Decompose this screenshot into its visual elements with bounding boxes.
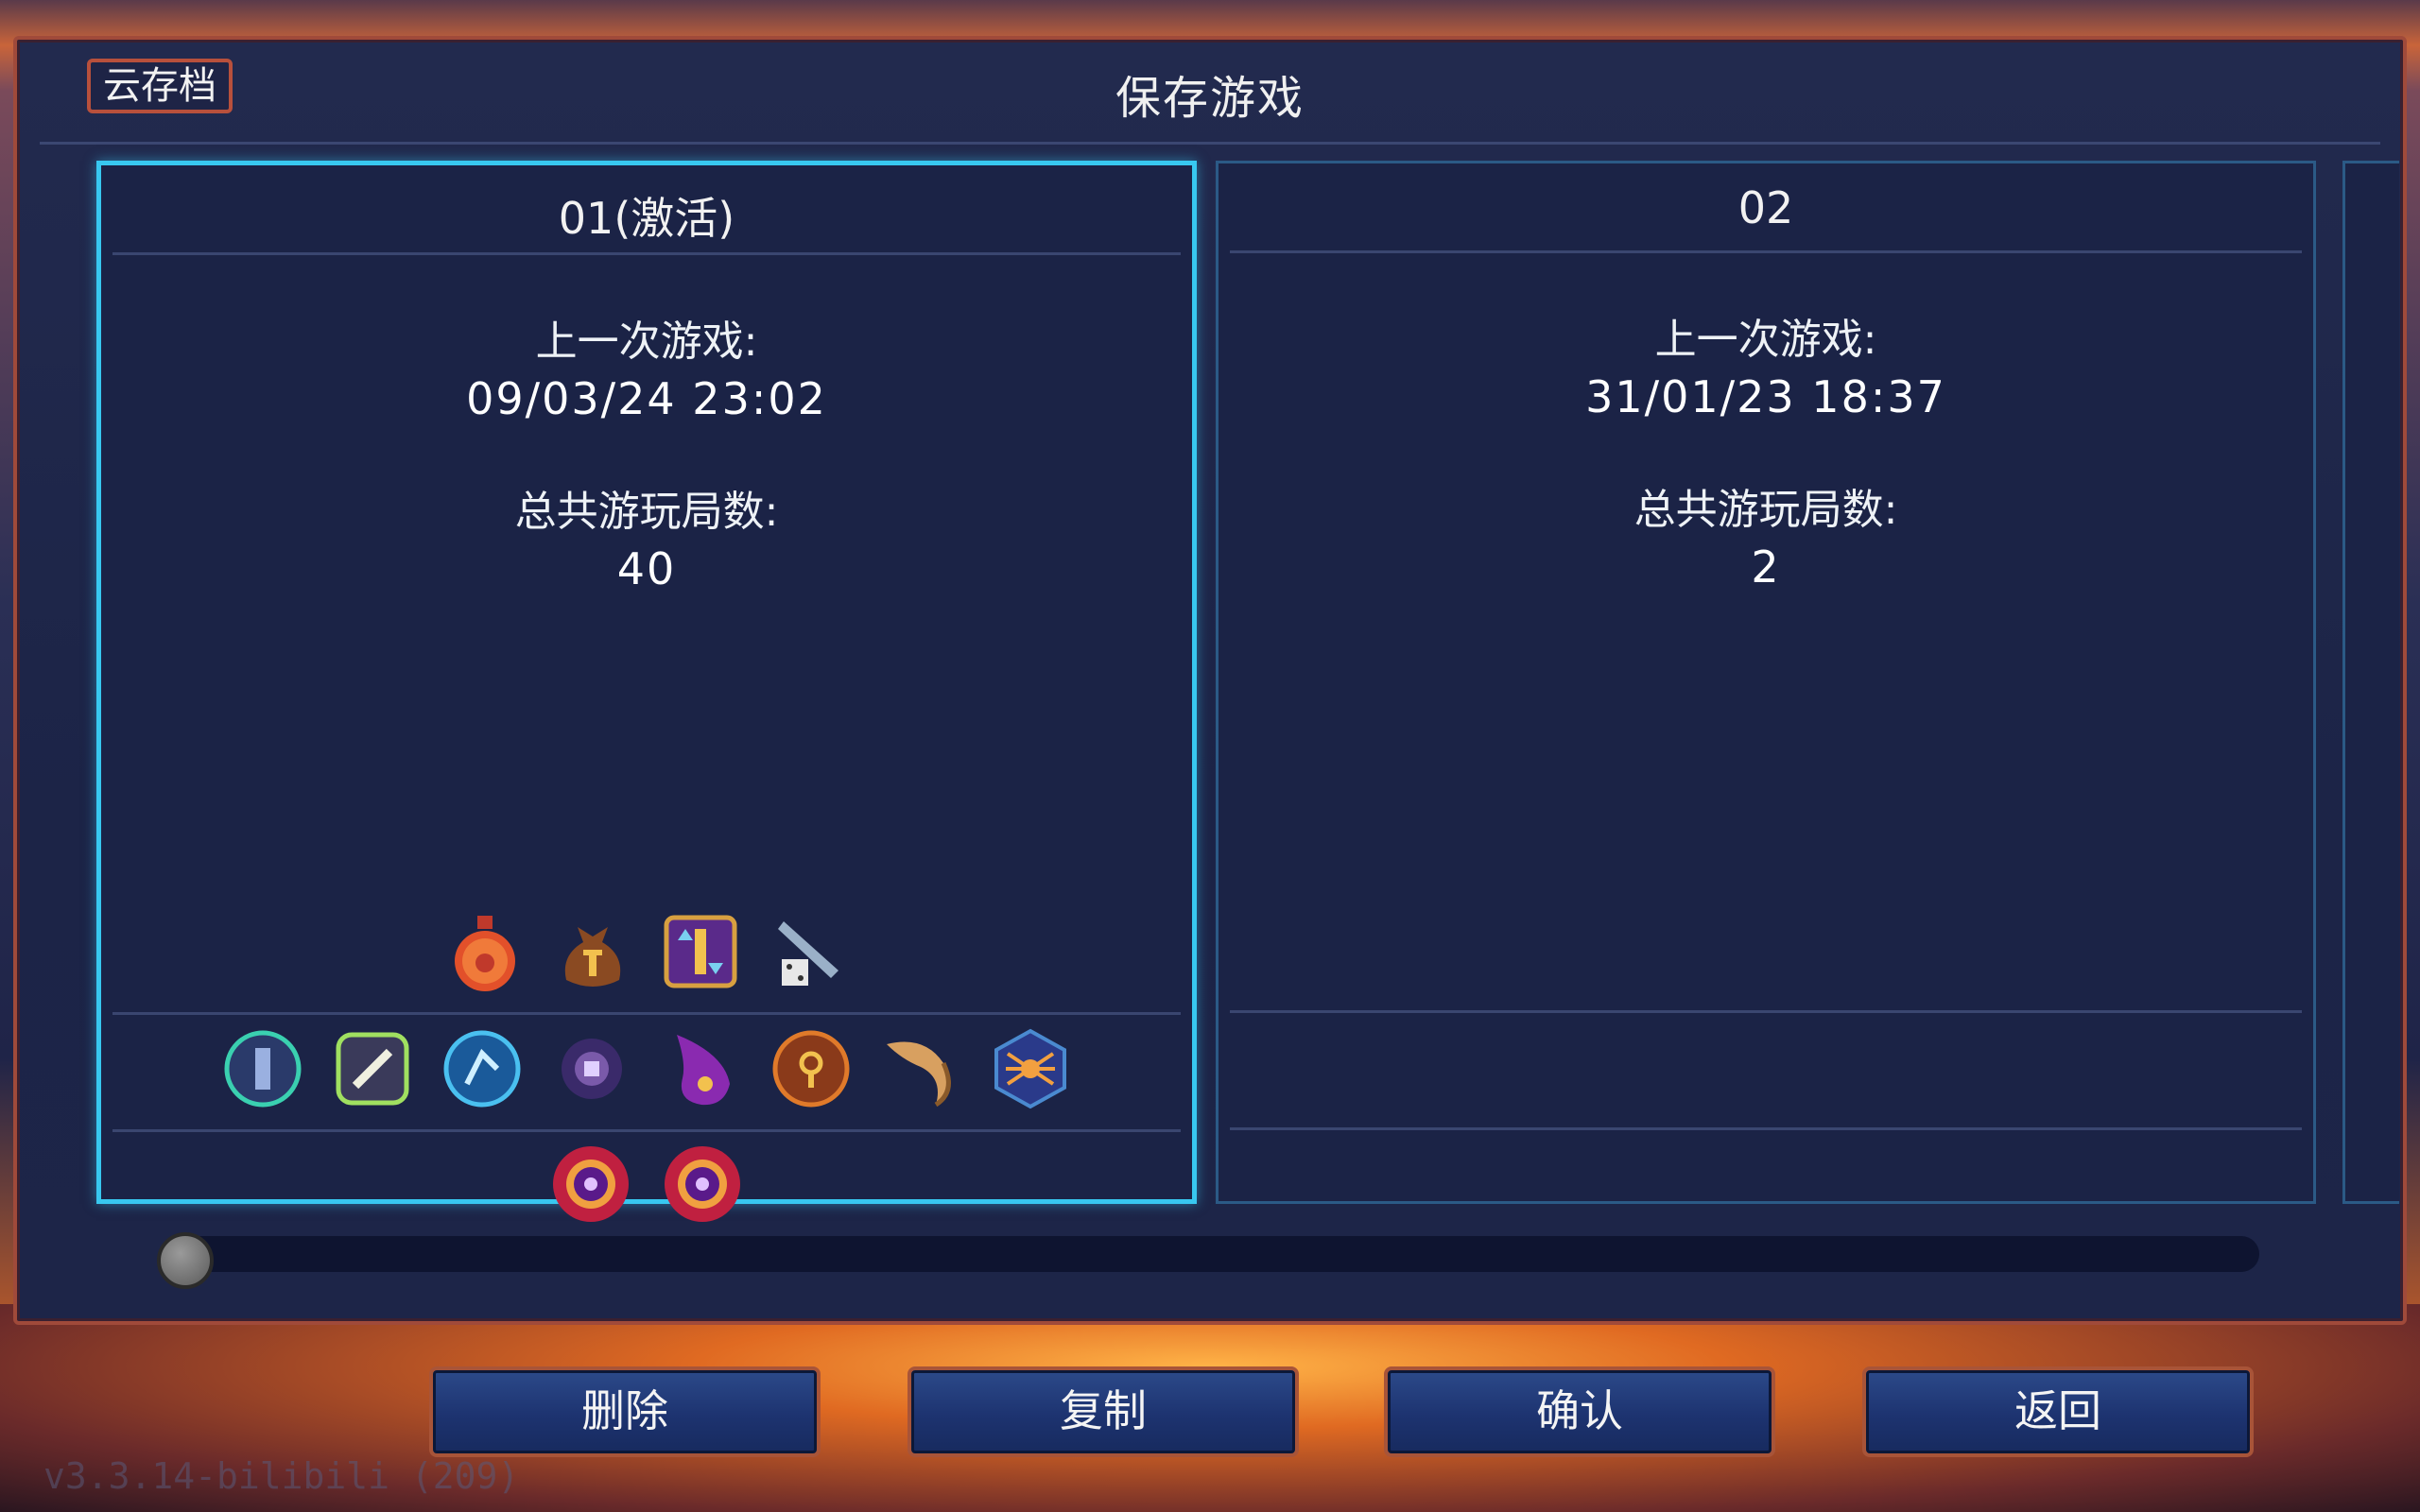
slot-divider bbox=[1230, 250, 2302, 253]
save-slot-03-partial[interactable] bbox=[2342, 161, 2399, 1204]
dice-blade-icon bbox=[765, 908, 852, 995]
last-played-label: 上一次游戏: bbox=[535, 318, 758, 366]
copy-button[interactable]: 复制 bbox=[908, 1366, 1299, 1457]
save-slot-02[interactable]: 02 上一次游戏: 31/01/23 18:37 总共游玩局数: 2 bbox=[1216, 161, 2316, 1204]
teal-rune-icon bbox=[219, 1025, 306, 1112]
header-divider bbox=[40, 142, 2380, 145]
spider-rune-icon bbox=[987, 1025, 1074, 1112]
slot-divider bbox=[1230, 1010, 2302, 1013]
panel-title: 保存游戏 bbox=[1115, 72, 1305, 125]
delete-button[interactable]: 删除 bbox=[429, 1366, 821, 1457]
boss-cell-icons-row bbox=[101, 1141, 1192, 1228]
total-runs-value: 40 bbox=[616, 543, 677, 594]
swap-scroll-icon bbox=[657, 908, 744, 995]
slot-divider bbox=[112, 1129, 1181, 1132]
gold-bag-icon bbox=[549, 908, 636, 995]
orange-rune-icon bbox=[768, 1025, 855, 1112]
last-played-value: 09/03/24 23:02 bbox=[466, 373, 827, 424]
total-runs-label: 总共游玩局数: bbox=[514, 488, 779, 536]
save-slot-01[interactable]: 01(激活) 上一次游戏: 09/03/24 23:02 总共游玩局数: 40 bbox=[96, 161, 1197, 1222]
confirm-button[interactable]: 确认 bbox=[1384, 1366, 1775, 1457]
boss-cell-icon bbox=[547, 1141, 634, 1228]
boss-cell-icon bbox=[659, 1141, 746, 1228]
slot-divider bbox=[112, 1012, 1181, 1015]
total-runs-value: 2 bbox=[1751, 541, 1781, 593]
item-icons-row bbox=[101, 908, 1192, 995]
last-played-label: 上一次游戏: bbox=[1654, 316, 1877, 364]
slot-divider bbox=[1230, 1127, 2302, 1130]
eye-orb-icon bbox=[548, 1025, 635, 1112]
slot-title: 01(激活) bbox=[558, 193, 735, 244]
purple-flame-icon bbox=[658, 1025, 745, 1112]
version-label: v3.3.14-bilibili (209) bbox=[43, 1455, 520, 1497]
slot-scrollbar-thumb[interactable] bbox=[157, 1232, 214, 1289]
slot-divider bbox=[112, 252, 1181, 255]
save-game-panel: 云存档 保存游戏 01(激活) 上一次游戏: 09/03/24 23:02 总共… bbox=[13, 36, 2407, 1325]
slot-scrollbar-track[interactable] bbox=[168, 1236, 2259, 1272]
back-button[interactable]: 返回 bbox=[1862, 1366, 2254, 1457]
last-played-value: 31/01/23 18:37 bbox=[1585, 371, 1946, 422]
mutation-icons-row bbox=[101, 1025, 1192, 1112]
total-runs-label: 总共游玩局数: bbox=[1634, 486, 1898, 534]
slot-title: 02 bbox=[1737, 182, 1794, 233]
health-flask-icon bbox=[441, 908, 528, 995]
blue-rune-icon bbox=[439, 1025, 526, 1112]
horn-icon bbox=[877, 1025, 964, 1112]
bone-rune-icon bbox=[329, 1025, 416, 1112]
